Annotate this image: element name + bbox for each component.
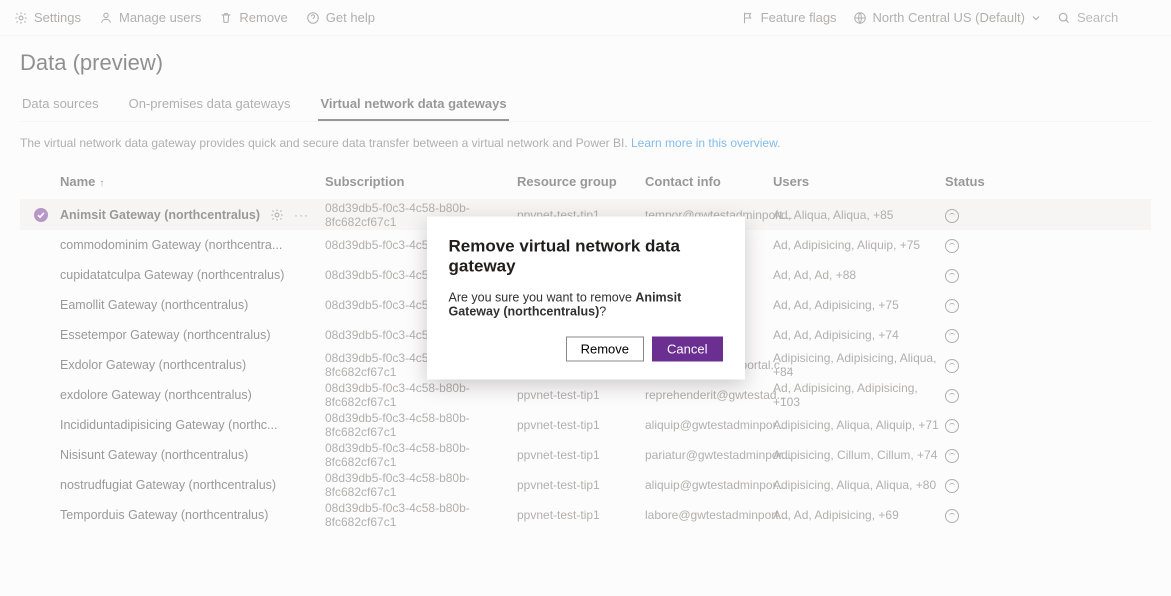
dialog-cancel-button[interactable]: Cancel: [652, 337, 722, 362]
dialog-title: Remove virtual network data gateway: [449, 237, 723, 277]
dialog-prompt: Are you sure you want to remove Animsit …: [449, 291, 723, 319]
remove-gateway-dialog: Remove virtual network data gateway Are …: [427, 217, 745, 380]
dialog-remove-button[interactable]: Remove: [566, 337, 644, 362]
